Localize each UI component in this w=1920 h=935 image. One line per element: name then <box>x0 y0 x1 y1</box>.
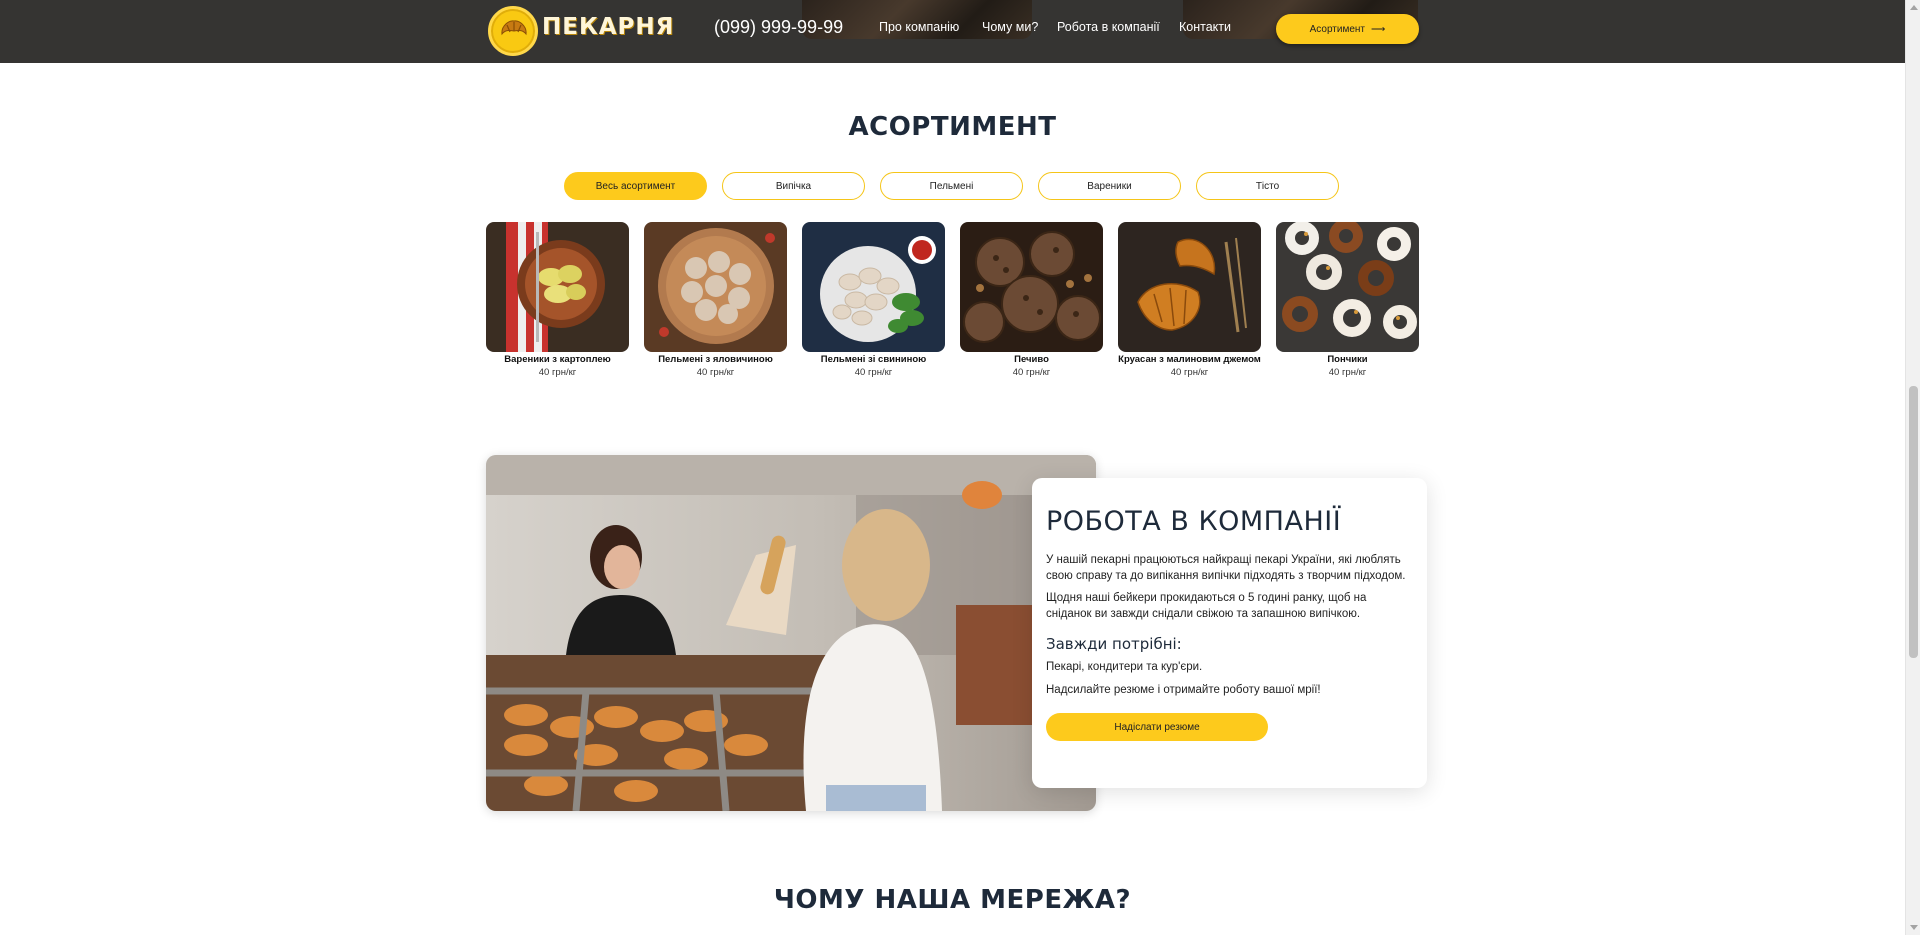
scroll-thumb[interactable] <box>1909 386 1918 658</box>
product-card[interactable]: Пельмені з яловичиною 40 грн/кг <box>644 222 787 378</box>
product-name: Вареники з картоплею <box>504 354 611 365</box>
product-name: Печиво <box>1014 354 1049 365</box>
why-title: ЧОМУ НАША МЕРЕЖА? <box>773 885 1132 915</box>
filter-all[interactable]: Весь асортимент <box>564 172 707 200</box>
product-image-pelmeni-beef[interactable] <box>644 222 787 352</box>
product-card[interactable]: Пельмені зі свининою 40 грн/кг <box>802 222 945 378</box>
nav-careers[interactable]: Робота в компанії <box>1057 20 1160 34</box>
nav-about[interactable]: Про компанію <box>879 20 959 34</box>
career-title: РОБОТА В КОМПАНІЇ <box>1046 506 1342 537</box>
assortment-title: АСОРТИМЕНТ <box>848 112 1057 142</box>
arrow-right-icon: ⟶ <box>1371 23 1386 35</box>
phone-number[interactable]: (099) 999-99-99 <box>714 17 843 38</box>
product-price: 40 грн/кг <box>538 367 577 378</box>
page-scrollbar[interactable] <box>1905 0 1920 935</box>
product-price: 40 грн/кг <box>854 367 893 378</box>
filter-pelmeni[interactable]: Пельмені <box>880 172 1023 200</box>
filter-vareniki[interactable]: Вареники <box>1038 172 1181 200</box>
career-subtitle: Завжди потрібні: <box>1046 635 1182 653</box>
assortment-button[interactable]: Асортимент ⟶ <box>1276 14 1419 44</box>
send-resume-button[interactable]: Надіслати резюме <box>1046 713 1268 741</box>
product-price: 40 грн/кг <box>1012 367 1051 378</box>
product-card[interactable]: Вареники з картоплею 40 грн/кг <box>486 222 629 378</box>
product-image-pelmeni-pork[interactable] <box>802 222 945 352</box>
product-card[interactable]: Печиво 40 грн/кг <box>960 222 1103 378</box>
product-grid: Вареники з картоплею 40 грн/кг Пельмені … <box>486 222 1419 378</box>
product-image-vareniki[interactable] <box>486 222 629 352</box>
assortment-button-label: Асортимент <box>1309 23 1366 35</box>
logo-croissant-icon[interactable] <box>488 6 538 56</box>
product-image-donuts[interactable] <box>1276 222 1419 352</box>
product-name: Пончики <box>1327 354 1368 365</box>
nav-why-us[interactable]: Чому ми? <box>982 20 1038 34</box>
filter-dough[interactable]: Тісто <box>1196 172 1339 200</box>
product-image-croissant[interactable] <box>1118 222 1261 352</box>
product-image-cookies[interactable] <box>960 222 1103 352</box>
product-card[interactable]: Пончики 40 грн/кг <box>1276 222 1419 378</box>
assortment-filters: Весь асортимент Випічка Пельмені Вареник… <box>564 172 1339 200</box>
product-name: Круасан з малиновим джемом <box>1118 354 1261 365</box>
product-card[interactable]: Круасан з малиновим джемом 40 грн/кг <box>1118 222 1261 378</box>
career-paragraph: Надсилайте резюме і отримайте роботу ваш… <box>1046 683 1321 696</box>
product-price: 40 грн/кг <box>1328 367 1367 378</box>
product-price: 40 грн/кг <box>1170 367 1209 378</box>
logo-text[interactable]: ПЕКАРНЯ <box>542 14 674 40</box>
filter-pastry[interactable]: Випічка <box>722 172 865 200</box>
nav-contacts[interactable]: Контакти <box>1179 20 1231 34</box>
career-card: РОБОТА В КОМПАНІЇ У нашій пекарні працюю… <box>1032 478 1427 788</box>
site-header: ПЕКАРНЯ (099) 999-99-99 Про компанію Чом… <box>0 0 1905 63</box>
career-photo <box>486 455 1096 811</box>
product-name: Пельмені з яловичиною <box>658 354 773 365</box>
product-name: Пельмені зі свининою <box>820 354 927 365</box>
scroll-down-icon[interactable] <box>1910 925 1918 930</box>
career-paragraph: Пекарі, кондитери та кур'єри. <box>1046 661 1203 673</box>
scroll-up-icon[interactable] <box>1910 5 1918 10</box>
career-paragraph: Щодня наші бейкери прокидаються о 5 годи… <box>1046 592 1367 620</box>
career-paragraph: У нашій пекарні працюються найкращі пека… <box>1046 554 1406 582</box>
product-price: 40 грн/кг <box>696 367 735 378</box>
